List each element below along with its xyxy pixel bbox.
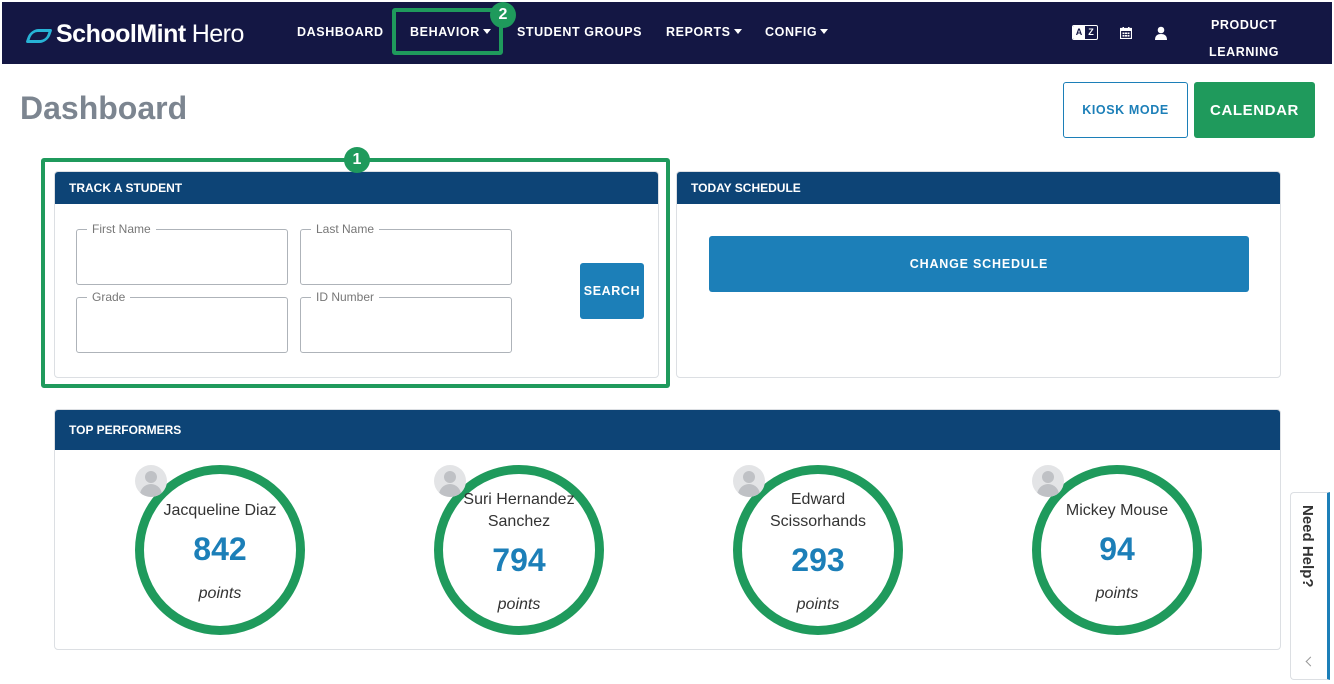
page-title: Dashboard: [20, 90, 188, 126]
avatar-icon: [135, 465, 167, 497]
avatar-icon: [1032, 465, 1064, 497]
calendar-button[interactable]: CALENDAR: [1194, 82, 1315, 138]
caret-down-icon: [820, 29, 829, 34]
callout-badge-1: 1: [344, 147, 370, 173]
account-menu[interactable]: PRODUCT LEARNING SCHOOL 1: [1174, 12, 1314, 93]
translate-icon-left: A: [1073, 26, 1085, 39]
nav-reports[interactable]: REPORTS: [666, 25, 742, 39]
change-schedule-button[interactable]: CHANGE SCHEDULE: [709, 236, 1249, 292]
account-line-1: PRODUCT LEARNING: [1208, 18, 1280, 59]
track-student-highlight-box: [41, 158, 670, 388]
user-icon[interactable]: [1154, 26, 1168, 40]
performer-name: Mickey Mouse: [1065, 502, 1169, 519]
translate-icon[interactable]: A Z: [1072, 25, 1098, 40]
kiosk-mode-button[interactable]: KIOSK MODE: [1063, 82, 1188, 138]
nav-config[interactable]: CONFIG: [765, 25, 829, 39]
calendar-icon[interactable]: [1120, 27, 1132, 39]
performer-card[interactable]: Suri Hernandez Sanchez 794 points: [434, 450, 604, 635]
performer-name: Edward Scissorhands: [769, 491, 867, 530]
performer-unit: points: [1095, 585, 1139, 602]
performer-card[interactable]: Jacqueline Diaz 842 points: [135, 450, 305, 635]
performer-card[interactable]: Edward Scissorhands 293 points: [733, 450, 903, 635]
behavior-highlight-box: [392, 8, 503, 55]
nav-dashboard-label: DASHBOARD: [297, 25, 384, 39]
brand-product: Hero: [191, 20, 245, 48]
performer-points: 94: [1099, 531, 1135, 567]
caret-down-icon: [733, 29, 742, 34]
performer-points: 794: [492, 542, 546, 578]
top-performers-panel: TOP PERFORMERS Jacqueline Diaz 842 point…: [54, 409, 1281, 650]
brand-name: SchoolMint: [56, 20, 186, 48]
nav-student-groups[interactable]: STUDENT GROUPS: [517, 25, 642, 39]
performer-unit: points: [198, 585, 242, 602]
schoolmint-hero-logo[interactable]: SchoolMint Hero: [25, 20, 245, 49]
performer-card[interactable]: Mickey Mouse 94 points: [1032, 450, 1202, 635]
performer-points: 842: [193, 531, 247, 567]
performer-points: 293: [791, 542, 845, 578]
performer-unit: points: [796, 596, 840, 613]
nav-student-groups-label: STUDENT GROUPS: [517, 25, 643, 39]
performer-name: Jacqueline Diaz: [163, 502, 277, 519]
top-performers-header: TOP PERFORMERS: [55, 410, 1280, 450]
top-navbar: SchoolMint Hero DASHBOARD BEHAVIOR STUDE…: [2, 2, 1332, 86]
today-schedule-header: TODAY SCHEDULE: [677, 172, 1280, 204]
nav-config-label: CONFIG: [765, 25, 818, 39]
need-help-tab[interactable]: Need Help?: [1290, 492, 1330, 680]
translate-icon-right: Z: [1088, 27, 1094, 37]
today-schedule-panel: TODAY SCHEDULE CHANGE SCHEDULE: [676, 171, 1281, 378]
callout-badge-2: 2: [490, 2, 516, 28]
schoolmint-logo-icon: [25, 29, 53, 43]
performer-name: Suri Hernandez Sanchez: [463, 491, 575, 530]
nav-reports-label: REPORTS: [666, 25, 731, 39]
nav-dashboard[interactable]: DASHBOARD: [297, 25, 384, 39]
need-help-label: Need Help?: [1299, 505, 1316, 588]
performer-unit: points: [497, 596, 541, 613]
chevron-left-icon[interactable]: [1305, 656, 1316, 667]
